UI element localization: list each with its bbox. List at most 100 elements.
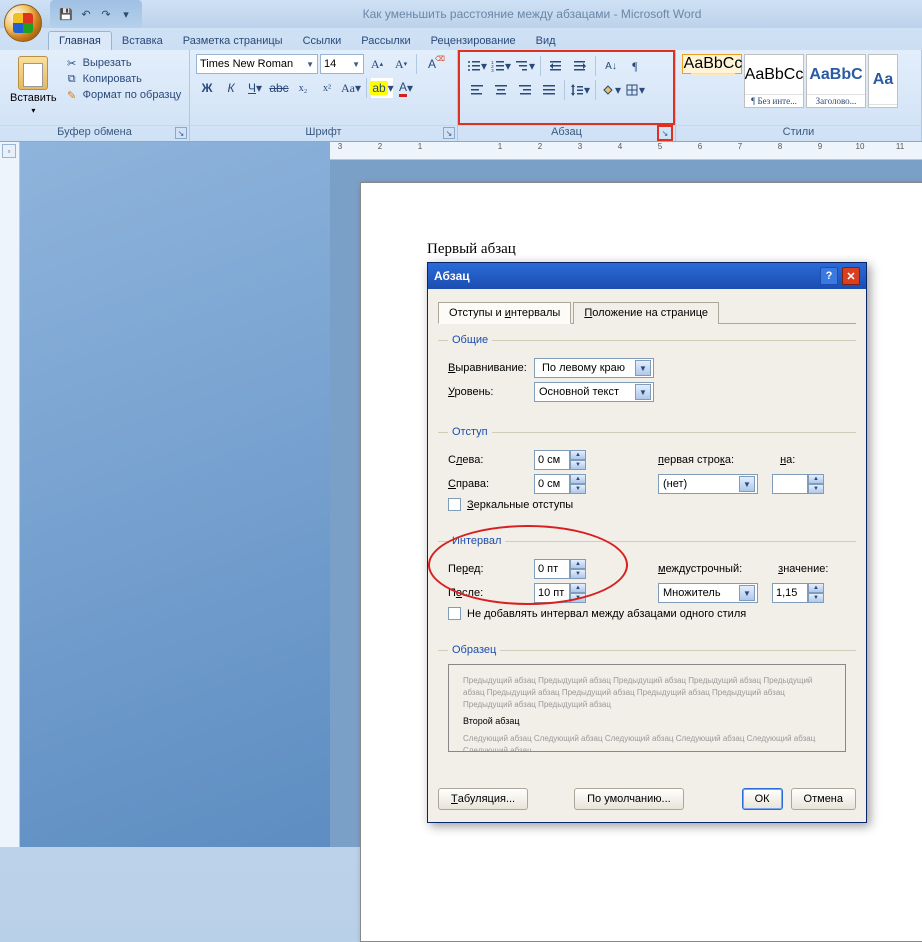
style-name: ¶ Обычный (691, 73, 735, 76)
font-dialog-launcher[interactable]: ↘ (443, 127, 455, 139)
tab-insert[interactable]: Вставка (112, 32, 173, 50)
align-right-button[interactable] (514, 80, 536, 100)
styles-group-label: Стили (783, 126, 815, 138)
bullets-button[interactable]: ▾ (466, 56, 488, 76)
tab-view[interactable]: Вид (526, 32, 566, 50)
style-normal[interactable]: AaBbCc¶ Обычный (682, 54, 742, 74)
strike-button[interactable]: abc (268, 78, 290, 98)
group-general: Общие Выравнивание: По левому краю▼ Уров… (438, 334, 856, 416)
italic-button[interactable]: К (220, 78, 242, 98)
multilevel-button[interactable]: ▾ (514, 56, 536, 76)
office-button[interactable] (4, 4, 42, 42)
cancel-button[interactable]: Отмена (791, 788, 856, 810)
checkbox-icon (448, 607, 461, 620)
group-indent: Отступ Слева: ▲▼ первая строка: на: Спра… (438, 426, 856, 525)
subscript-button[interactable]: x₂ (292, 78, 314, 98)
save-icon[interactable]: 💾 (58, 6, 74, 22)
line-spacing-button[interactable]: ▾ (569, 80, 591, 100)
firstline-by-input[interactable] (772, 474, 808, 494)
change-case-button[interactable]: Aa▾ (340, 78, 362, 98)
document-text[interactable]: Первый абзац (427, 241, 516, 258)
font-size-combo[interactable]: 14▼ (320, 54, 364, 74)
ruler-corner[interactable]: ▫ (2, 144, 16, 158)
tabs-button[interactable]: Табуляция... (438, 788, 528, 810)
cut-button[interactable]: ✂Вырезать (65, 56, 182, 70)
linespacing-select[interactable]: Множитель▼ (658, 583, 758, 603)
tab-indents-spacing[interactable]: Отступы и интервалы (438, 302, 571, 324)
mirror-indents-checkbox[interactable]: Зеркальные отступы (448, 498, 846, 511)
qat-customize-icon[interactable]: ▾ (118, 6, 134, 22)
label-firstline: первая строка: (658, 454, 734, 466)
ok-button[interactable]: ОК (742, 788, 783, 810)
default-button[interactable]: По умолчанию... (574, 788, 684, 810)
indent-left-input[interactable] (534, 450, 570, 470)
firstline-value: (нет) (663, 478, 687, 490)
vertical-ruler[interactable] (0, 142, 20, 847)
bold-button[interactable]: Ж (196, 78, 218, 98)
borders-button[interactable]: ▾ (624, 80, 646, 100)
space-before-spinner[interactable]: ▲▼ (534, 559, 586, 579)
space-after-input[interactable] (534, 583, 570, 603)
indent-left-spinner[interactable]: ▲▼ (534, 450, 586, 470)
dialog-titlebar[interactable]: Абзац ? ✕ (428, 263, 866, 289)
redo-icon[interactable]: ↷ (98, 6, 114, 22)
shading-button[interactable]: ▾ (600, 80, 622, 100)
style-heading2[interactable]: Aa (868, 54, 898, 108)
style-no-spacing[interactable]: AaBbCc¶ Без инте... (744, 54, 804, 108)
horizontal-ruler[interactable]: 321 1234567891011121314151617 (330, 142, 922, 160)
label-alignment: Выравнивание: (448, 362, 528, 374)
tab-layout[interactable]: Разметка страницы (173, 32, 293, 50)
indent-right-spinner[interactable]: ▲▼ (534, 474, 586, 494)
preview-next: Следующий абзац Следующий абзац Следующи… (463, 733, 831, 753)
no-space-same-style-checkbox[interactable]: Не добавлять интервал между абзацами одн… (448, 607, 846, 620)
style-heading1[interactable]: AaBbCЗаголово... (806, 54, 866, 108)
font-group-label: Шрифт (305, 126, 341, 138)
grow-font-button[interactable]: A▴ (366, 54, 388, 74)
indent-right-input[interactable] (534, 474, 570, 494)
format-painter-button[interactable]: ✎Формат по образцу (65, 88, 182, 102)
scissors-icon: ✂ (65, 56, 79, 70)
sort-button[interactable]: А↓ (600, 56, 622, 76)
space-after-spinner[interactable]: ▲▼ (534, 583, 586, 603)
group-preview: Образец Предыдущий абзац Предыдущий абза… (438, 644, 856, 762)
title-bar: 💾 ↶ ↷ ▾ Как уменьшить расстояние между а… (0, 0, 922, 28)
style-preview: AaBbCc (745, 55, 803, 94)
paragraph-dialog-launcher[interactable]: ↘ (657, 125, 673, 141)
office-logo-icon (13, 13, 33, 33)
undo-icon[interactable]: ↶ (78, 6, 94, 22)
svg-text:3: 3 (491, 68, 494, 73)
numbering-button[interactable]: 123▾ (490, 56, 512, 76)
clear-formatting-button[interactable]: A⌫ (421, 54, 443, 74)
firstline-select[interactable]: (нет)▼ (658, 474, 758, 494)
highlight-button[interactable]: ab▾ (371, 78, 393, 98)
underline-button[interactable]: Ч▾ (244, 78, 266, 98)
alignment-select[interactable]: По левому краю▼ (534, 358, 654, 378)
show-marks-button[interactable]: ¶ (624, 56, 646, 76)
increase-indent-button[interactable] (569, 56, 591, 76)
linespacing-at-spinner[interactable]: ▲▼ (772, 583, 824, 603)
justify-button[interactable] (538, 80, 560, 100)
firstline-by-spinner[interactable]: ▲▼ (772, 474, 824, 494)
shrink-font-button[interactable]: A▾ (390, 54, 412, 74)
linespacing-at-input[interactable] (772, 583, 808, 603)
tab-review[interactable]: Рецензирование (421, 32, 526, 50)
clipboard-dialog-launcher[interactable]: ↘ (175, 127, 187, 139)
tab-references[interactable]: Ссылки (293, 32, 352, 50)
decrease-indent-button[interactable] (545, 56, 567, 76)
help-button[interactable]: ? (820, 267, 838, 285)
paste-button[interactable]: Вставить ▾ (6, 54, 61, 117)
tab-home[interactable]: Главная (48, 31, 112, 50)
copy-button[interactable]: ⧉Копировать (65, 72, 182, 86)
font-name-combo[interactable]: Times New Roman▼ (196, 54, 318, 74)
superscript-button[interactable]: x² (316, 78, 338, 98)
group-paragraph: ▾ 123▾ ▾ А↓ ¶ ▾ (458, 50, 676, 141)
space-before-input[interactable] (534, 559, 570, 579)
font-color-button[interactable]: A▾ (395, 78, 417, 98)
tab-line-breaks[interactable]: Положение на странице (573, 302, 719, 324)
level-select[interactable]: Основной текст▼ (534, 382, 654, 402)
tab-mailings[interactable]: Рассылки (351, 32, 420, 50)
align-left-button[interactable] (466, 80, 488, 100)
align-center-button[interactable] (490, 80, 512, 100)
close-button[interactable]: ✕ (842, 267, 860, 285)
paragraph-group-label: Абзац (551, 126, 582, 138)
